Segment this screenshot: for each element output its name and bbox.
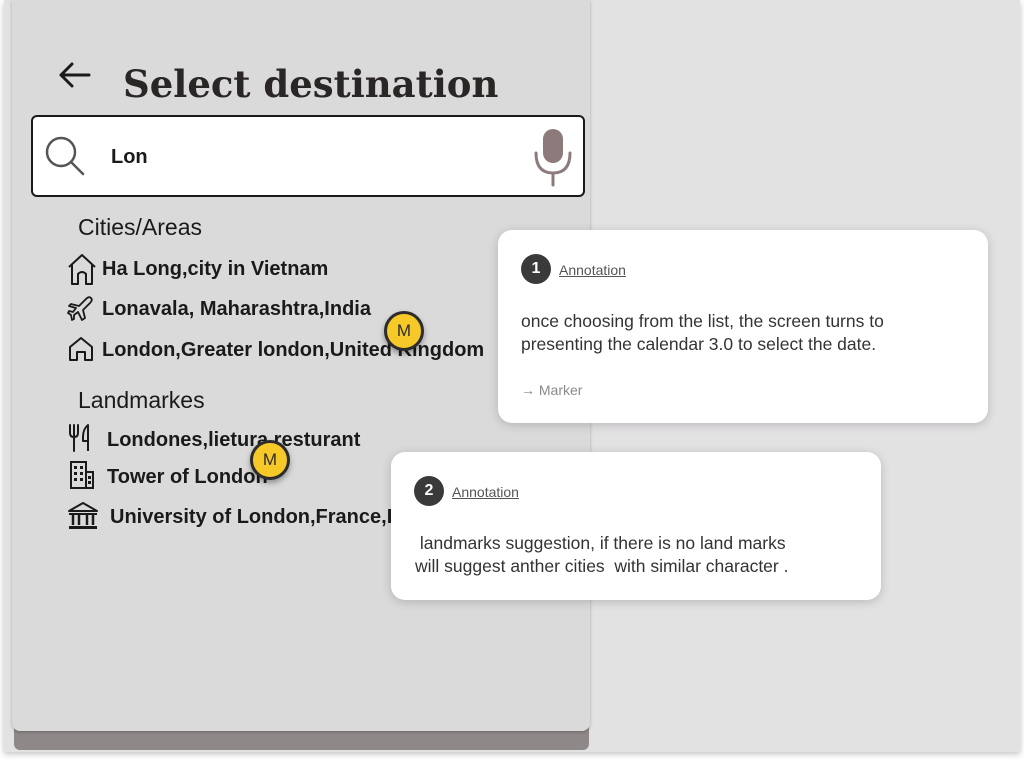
airplane-icon [66,292,98,326]
list-item-label: London,Greater london,United Kingdom [102,339,485,361]
search-icon [43,134,87,178]
microphone-icon[interactable] [533,127,575,189]
section-heading-landmarks: Landmarkes [78,387,205,413]
back-arrow-icon[interactable] [58,60,94,90]
search-input[interactable] [109,139,493,175]
list-item-label: Tower of London [107,466,268,488]
list-item[interactable]: Lonavala, Maharashtra,India [66,292,546,326]
section-heading-cities: Cities/Areas [78,214,202,240]
annotation-link[interactable]: Annotation [452,484,519,500]
annotation-text: landmarks suggestion, if there is no lan… [415,533,789,576]
house-icon [66,252,98,286]
list-item[interactable]: Ha Long,city in Vietnam [66,252,546,286]
annotation-text: once choosing from the list, the screen … [521,311,884,354]
list-item-label: Lonavala, Maharashtra,India [102,298,371,320]
list-item-label: University of London,France,Paris [110,506,436,528]
annotation-card-1: 1 Annotation once choosing from the list… [498,230,988,423]
marker-reference-link[interactable]: → Marker [521,382,582,398]
list-item[interactable]: London,Greater london,United Kingdom [66,333,546,367]
canvas: Select destination Cities/Areas [4,0,1020,752]
annotation-card-2: 2 Annotation landmarks suggestion, if th… [391,452,881,600]
page-title: Select destination [123,62,499,106]
home-icon [66,333,98,367]
annotation-number: 2 [414,476,444,506]
list-item-label: Londones,lietura resturant [107,429,361,451]
fork-knife-icon [66,423,98,457]
search-bar[interactable] [31,115,585,197]
list-item-label: Ha Long,city in Vietnam [102,258,329,280]
annotation-link[interactable]: Annotation [559,262,626,278]
marker-badge[interactable]: M [250,440,290,480]
building-icon [66,460,98,494]
marker-badge[interactable]: M [384,311,424,351]
institution-icon [66,500,102,534]
annotation-number: 1 [521,254,551,284]
